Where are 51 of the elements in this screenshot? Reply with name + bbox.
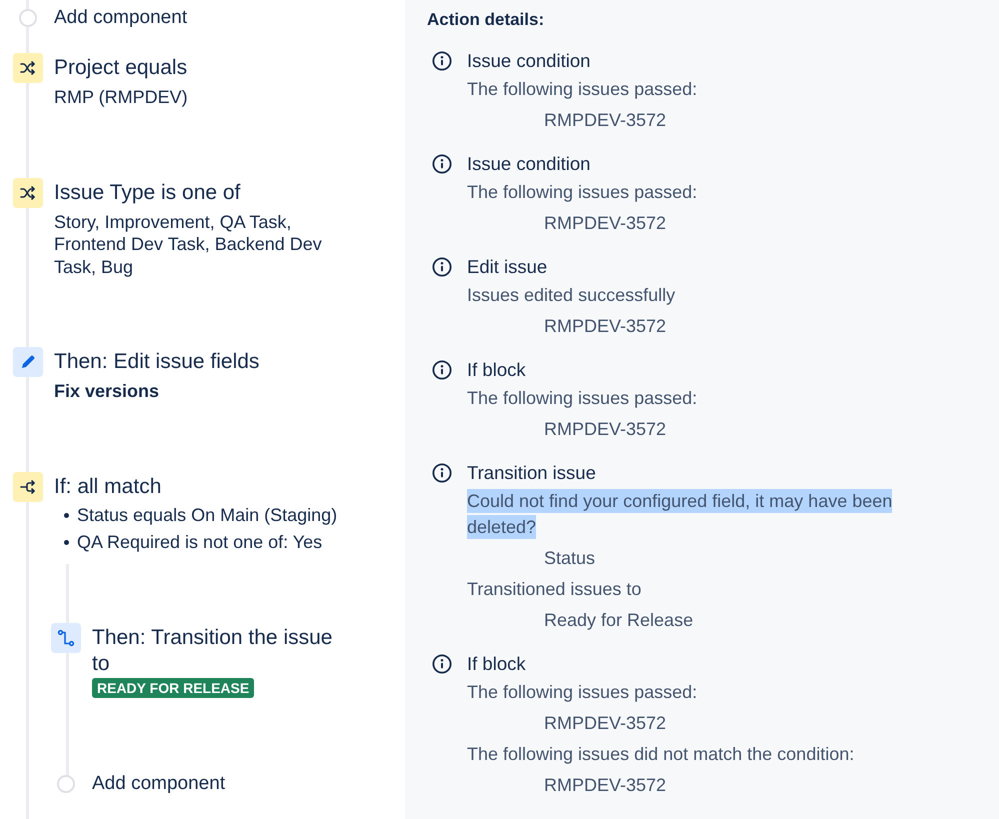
- result-message: Issues edited successfully: [467, 284, 676, 307]
- entry-title: Transition issue: [467, 461, 596, 485]
- result-message: Transitioned issues to: [467, 578, 642, 601]
- component-detail: RMP (RMPDEV): [54, 86, 189, 108]
- status-lozenge: READY FOR RELEASE: [92, 678, 254, 698]
- issue-value: RMPDEV-3572: [544, 712, 666, 735]
- issue-value: RMPDEV-3572: [544, 774, 666, 797]
- info-icon: [432, 51, 452, 71]
- info-icon: [432, 654, 452, 674]
- entry-title: If block: [467, 652, 526, 676]
- entry-title: Edit issue: [467, 255, 548, 279]
- info-icon: [432, 154, 452, 174]
- component-title: Then: Transition the issue to: [92, 624, 334, 676]
- condition-text: Status equals On Main (Staging): [77, 504, 338, 527]
- entry-title: Issue condition: [467, 152, 590, 176]
- issue-value: RMPDEV-3572: [544, 212, 666, 235]
- component-detail: Fix versions: [54, 380, 160, 402]
- node-icon: [19, 9, 37, 27]
- route-icon: [51, 622, 81, 652]
- component-title: Then: Edit issue fields: [54, 349, 260, 375]
- entry-title: Issue condition: [467, 49, 590, 73]
- component-title: Project equals: [54, 55, 188, 81]
- issue-value: Ready for Release: [544, 609, 694, 632]
- branch-icon: [13, 472, 43, 502]
- result-message: The following issues passed:: [467, 78, 698, 101]
- component-title: If: all match: [54, 474, 162, 500]
- info-icon: [432, 360, 452, 380]
- shuffle-icon: [13, 53, 43, 83]
- shuffle-icon: [13, 178, 43, 208]
- result-message: Could not find your configured field, it may have been deleted?: [467, 488, 894, 540]
- result-message: The following issues passed:: [467, 181, 698, 204]
- issue-value: RMPDEV-3572: [544, 109, 666, 132]
- issue-value: RMPDEV-3572: [544, 315, 666, 338]
- component-title: Issue Type is one of: [54, 180, 242, 206]
- add-component-button[interactable]: Add component: [92, 772, 226, 794]
- issue-value: Status: [544, 547, 596, 570]
- bullet-icon: [64, 512, 69, 518]
- pencil-icon: [13, 347, 43, 377]
- issue-value: RMPDEV-3572: [544, 418, 666, 441]
- entry-title: If block: [467, 358, 526, 382]
- condition-text: QA Required is not one of: Yes: [77, 530, 322, 554]
- result-message: The following issues did not match the condition:: [467, 743, 854, 766]
- result-message: The following issues passed:: [467, 681, 698, 704]
- add-component-button[interactable]: Add component: [54, 7, 188, 29]
- node-icon: [57, 774, 75, 792]
- component-detail: Story, Improvement, QA Task, Frontend Dev Task, Backend Dev Task, Bug: [54, 210, 323, 278]
- panel-title: Action details:: [427, 9, 546, 31]
- result-message: The following issues passed:: [467, 387, 698, 410]
- info-icon: [432, 257, 452, 277]
- bullet-icon: [64, 540, 69, 544]
- info-icon: [432, 463, 452, 483]
